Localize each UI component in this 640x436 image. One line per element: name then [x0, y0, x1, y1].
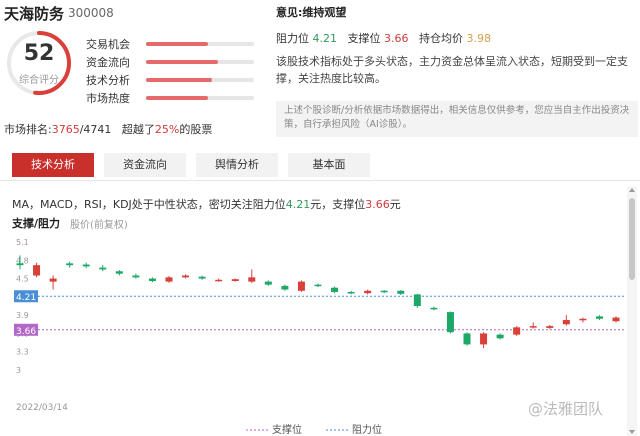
opinion-label: 意见:: [276, 6, 303, 19]
candle-body: [182, 275, 190, 278]
scrollbar[interactable]: [627, 186, 637, 436]
candle-body: [66, 263, 74, 266]
candle-body: [215, 279, 223, 282]
candle-body: [480, 333, 488, 345]
y-tick-label: 5.1: [16, 238, 29, 247]
chart-title: 支撑/阻力: [12, 217, 61, 230]
candle-body: [529, 326, 537, 328]
candle-body: [595, 316, 603, 319]
metric-label-fund-flow: 资金流向: [86, 56, 130, 69]
metric-bar-trading: [146, 42, 254, 46]
opinion: 意见:维持观望: [276, 4, 346, 20]
resistance-label: 阻力位: [276, 32, 309, 45]
cost-label: 持仓均价: [419, 32, 463, 45]
tab-fund-flow[interactable]: 资金流向: [104, 153, 186, 177]
x-start-label: 2022/03/14: [16, 403, 68, 413]
candle-body: [364, 290, 372, 294]
candle-body: [231, 279, 239, 282]
composite-score: 52: [23, 41, 55, 66]
legend-support-label: 支撑位: [272, 423, 302, 436]
rank-value: 3765: [51, 123, 80, 136]
candle-body: [165, 277, 173, 282]
metric-bar-fill: [146, 78, 212, 82]
watermark: @法雅团队: [528, 400, 604, 418]
candle-body: [546, 326, 554, 328]
candle-body: [397, 290, 405, 294]
opinion-value: 维持观望: [302, 6, 347, 19]
summary-pre: MA，MACD，RSI，KDJ处于中性状态，密切关注阻力位: [12, 198, 286, 211]
candle-body: [347, 291, 355, 294]
disclaimer: 上述个股诊断/分析依据市场数据得出，相关信息仅供参考，您应当自主作出投资决策，自…: [276, 101, 638, 137]
candle-body: [198, 276, 206, 279]
candle-body: [446, 312, 454, 333]
y-tick-label: 4.5: [16, 275, 29, 284]
metric-bar-heat: [146, 96, 254, 100]
candle-body: [33, 265, 41, 276]
legend-resistance-label: 阻力位: [352, 423, 382, 436]
tab-divider: [0, 180, 640, 181]
rank-prefix: 市场排名:: [4, 123, 52, 136]
candle-body: [264, 281, 272, 285]
candle-body: [380, 290, 388, 293]
y-tick-label: 3.3: [16, 348, 29, 357]
support-label: 支撑位: [347, 32, 381, 45]
rank-middle: 超越了: [121, 123, 155, 136]
candle-body: [413, 294, 421, 306]
candle-body: [331, 287, 339, 292]
support-value: 3.66: [384, 32, 409, 45]
indicator-summary: MA，MACD，RSI，KDJ处于中性状态，密切关注阻力位4.21元，支撑位3.…: [12, 196, 401, 212]
metric-label-technical: 技术分析: [86, 74, 130, 87]
stock-code: 300008: [68, 6, 114, 20]
candle-body: [463, 333, 471, 345]
candle-body: [281, 285, 289, 290]
summary-resistance: 4.21: [285, 198, 311, 211]
candle-body: [430, 307, 438, 310]
support-tag-label: 3.66: [16, 327, 36, 337]
metric-bar-fill: [146, 42, 208, 46]
composite-score-label: 综合评分: [19, 75, 59, 86]
summary-post: 元: [389, 198, 401, 211]
candle-body: [248, 277, 256, 282]
metric-bar-fill: [146, 60, 219, 64]
chart-subtitle: 股价(前复权): [70, 220, 128, 231]
candle-body: [579, 318, 587, 321]
rank-suffix: 的股票: [179, 123, 213, 136]
resistance-tag-label: 4.21: [16, 293, 36, 303]
scrollbar-thumb[interactable]: [629, 198, 635, 280]
tab-fundamentals[interactable]: 基本面: [288, 153, 370, 177]
analysis-description: 该股技术指标处于多头状态，主力资金总体呈流入状态，短期受到一定支撑，关注热度比较…: [276, 55, 628, 85]
candle-body: [16, 263, 24, 266]
rank-percent: 25%: [154, 123, 180, 136]
candle-body: [297, 281, 305, 291]
y-tick-label: 3.9: [16, 311, 29, 320]
market-rank: 市场排名:3765/4741 超越了25%的股票: [4, 121, 212, 137]
summary-support: 3.66: [365, 198, 390, 211]
candle-body: [314, 284, 322, 287]
candle-body: [148, 278, 156, 282]
metric-bar-fill: [146, 96, 208, 100]
candle-body: [496, 334, 504, 339]
tab-technical[interactable]: 技术分析: [12, 153, 94, 177]
candle-body: [49, 278, 57, 282]
stock-name: 天海防务: [4, 5, 65, 23]
candle-body: [132, 275, 140, 278]
price-levels: 阻力位 4.21 支撑位 3.66 持仓均价 3.98: [276, 30, 491, 46]
rank-total: /4741: [79, 123, 112, 136]
summary-mid: 元，支撑位: [310, 198, 366, 211]
resistance-value: 4.21: [312, 32, 338, 45]
candle-body: [82, 264, 90, 267]
candle-body: [115, 271, 123, 274]
y-tick-label: 3: [16, 366, 21, 375]
metric-bar-fund-flow: [146, 60, 254, 64]
candle-body: [562, 320, 570, 325]
metric-label-trading: 交易机会: [86, 38, 130, 51]
metric-bar-technical: [146, 78, 254, 82]
candle-body: [612, 317, 620, 322]
metric-label-heat: 市场热度: [86, 92, 130, 105]
candle-body: [513, 327, 521, 335]
cost-value: 3.98: [466, 32, 492, 45]
tab-sentiment[interactable]: 舆情分析: [196, 153, 278, 177]
candle-body: [99, 267, 107, 270]
